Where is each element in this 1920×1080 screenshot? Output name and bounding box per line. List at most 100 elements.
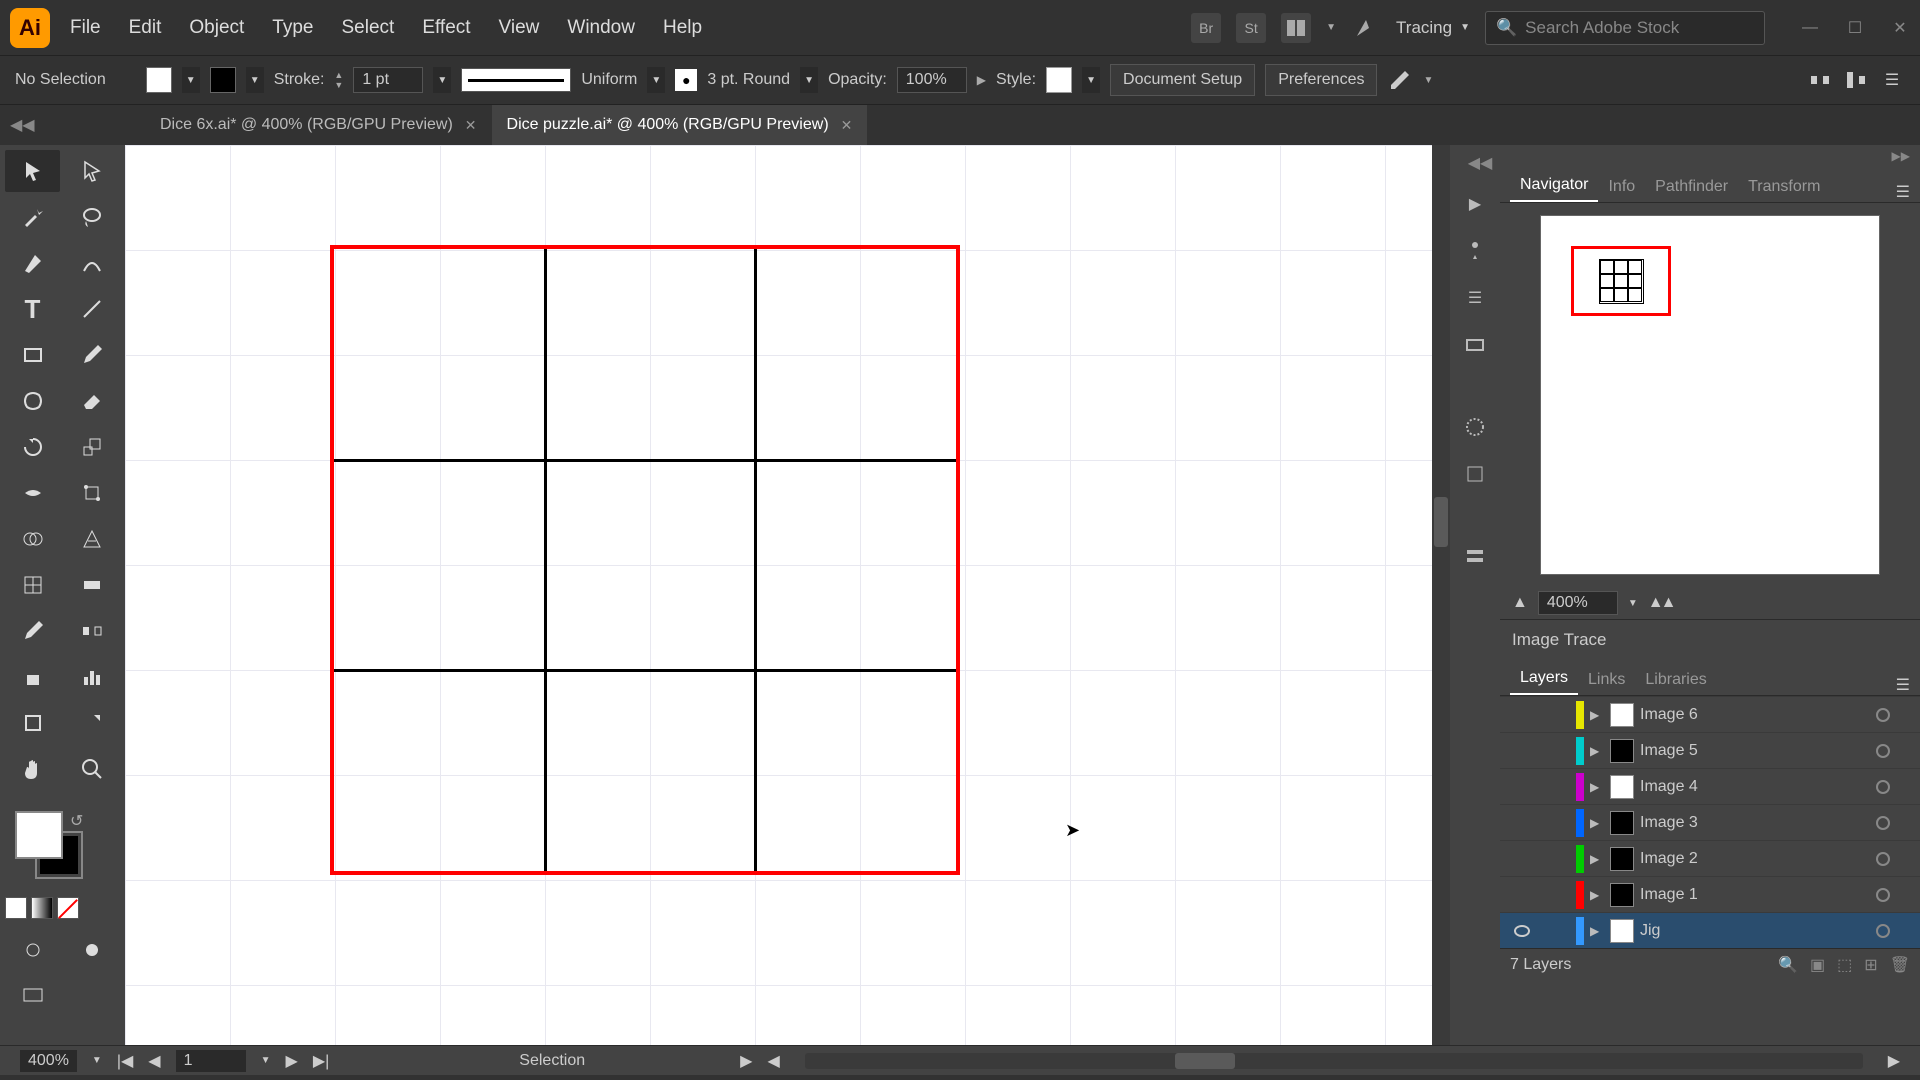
status-play-icon[interactable]: ▶ xyxy=(740,1051,752,1071)
target-icon[interactable] xyxy=(1876,744,1890,758)
layer-row[interactable]: ▶ Image 4 xyxy=(1500,768,1920,804)
gpu-icon[interactable] xyxy=(1351,13,1381,43)
chevron-down-icon[interactable]: ▼ xyxy=(92,1055,102,1066)
layer-row[interactable]: ▶Image 3 xyxy=(1500,804,1920,840)
tab-links[interactable]: Links xyxy=(1578,665,1635,695)
profile-dropdown[interactable]: ▼ xyxy=(647,67,665,93)
new-layer-icon[interactable]: ⊞ xyxy=(1864,955,1877,975)
locate-icon[interactable]: 🔍 xyxy=(1778,955,1798,975)
layer-row[interactable]: ▶Image 1 xyxy=(1500,876,1920,912)
menu-effect[interactable]: Effect xyxy=(422,17,470,39)
color-mode-solid[interactable] xyxy=(5,897,27,919)
puppet-icon[interactable] xyxy=(1459,235,1491,267)
align2-icon[interactable] xyxy=(1843,67,1869,93)
layer-name[interactable]: Image 5 xyxy=(1640,742,1870,760)
expand-layer-icon[interactable]: ▶ xyxy=(1590,852,1604,866)
last-artboard-icon[interactable]: ▶| xyxy=(313,1051,329,1071)
graph-tool[interactable] xyxy=(64,656,119,698)
target-icon[interactable] xyxy=(1876,780,1890,794)
layer-row[interactable]: ▶Image 2 xyxy=(1500,840,1920,876)
free-transform-tool[interactable] xyxy=(64,472,119,514)
color-mode-gradient[interactable] xyxy=(31,897,53,919)
zoom-input[interactable]: 400% xyxy=(1538,591,1618,615)
line-tool[interactable] xyxy=(64,288,119,330)
menu-window[interactable]: Window xyxy=(567,17,635,39)
target-icon[interactable] xyxy=(1876,888,1890,902)
chevron-down-icon[interactable]: ▼ xyxy=(1628,598,1638,609)
target-icon[interactable] xyxy=(1876,708,1890,722)
stroke-weight-dropdown[interactable]: ▼ xyxy=(433,67,451,93)
panel-menu-icon[interactable]: ☰ xyxy=(1896,675,1910,695)
close-icon[interactable]: ✕ xyxy=(841,117,853,134)
appearance-icon[interactable] xyxy=(1459,411,1491,443)
navigator-preview[interactable] xyxy=(1540,215,1880,575)
mesh-tool[interactable] xyxy=(5,564,60,606)
color-mode-none[interactable] xyxy=(57,897,79,919)
prev-artboard-icon[interactable]: ◀ xyxy=(148,1051,160,1071)
scroll-right-icon[interactable]: ▶ xyxy=(1888,1051,1900,1071)
tab-navigator[interactable]: Navigator xyxy=(1510,170,1598,202)
workspace-switcher[interactable]: Tracing ▼ xyxy=(1396,18,1470,38)
stroke-profile[interactable] xyxy=(461,68,571,92)
fill-dropdown[interactable]: ▼ xyxy=(182,67,200,93)
libraries-icon[interactable] xyxy=(1459,540,1491,572)
draw-behind-icon[interactable] xyxy=(64,929,119,971)
artboard-input[interactable]: 1 xyxy=(176,1050,246,1072)
chevron-down-icon[interactable]: ▼ xyxy=(1423,75,1433,86)
rect-icon[interactable] xyxy=(1459,329,1491,361)
hand-tool[interactable] xyxy=(5,748,60,790)
collapse-icon[interactable]: ▶▶ xyxy=(1500,145,1920,167)
brush-dropdown[interactable]: ▼ xyxy=(800,67,818,93)
canvas[interactable]: ➤ xyxy=(125,145,1450,1045)
delete-icon[interactable]: 🗑 xyxy=(1890,955,1910,975)
first-artboard-icon[interactable]: |◀ xyxy=(117,1051,133,1071)
fill-stroke-control[interactable]: ↺ xyxy=(5,809,120,889)
eraser-tool[interactable] xyxy=(64,380,119,422)
target-icon[interactable] xyxy=(1876,852,1890,866)
stroke-stepper[interactable]: ▲▼ xyxy=(334,70,343,90)
doc-tab-2[interactable]: Dice puzzle.ai* @ 400% (RGB/GPU Preview)… xyxy=(492,105,868,145)
width-tool[interactable] xyxy=(5,472,60,514)
status-zoom[interactable]: 400% xyxy=(20,1050,77,1072)
chevron-down-icon[interactable]: ▼ xyxy=(261,1055,271,1066)
target-icon[interactable] xyxy=(1876,924,1890,938)
tab-info[interactable]: Info xyxy=(1598,172,1645,202)
stroke-dropdown[interactable]: ▼ xyxy=(246,67,264,93)
rectangle-tool[interactable] xyxy=(5,334,60,376)
tab-layers[interactable]: Layers xyxy=(1510,663,1578,695)
gradient-tool[interactable] xyxy=(64,564,119,606)
scroll-left-icon[interactable]: ◀ xyxy=(767,1051,779,1071)
menu-view[interactable]: View xyxy=(499,17,540,39)
expand-layer-icon[interactable]: ▶ xyxy=(1590,744,1604,758)
menu-help[interactable]: Help xyxy=(663,17,702,39)
slice-tool[interactable] xyxy=(64,702,119,744)
screen-mode-icon[interactable] xyxy=(5,975,60,1017)
menu-edit[interactable]: Edit xyxy=(129,17,162,39)
expand-layer-icon[interactable]: ▶ xyxy=(1590,780,1604,794)
direct-selection-tool[interactable] xyxy=(64,150,119,192)
panel-menu-icon[interactable]: ☰ xyxy=(1896,182,1910,202)
vertical-scrollbar[interactable] xyxy=(1432,145,1450,1045)
image-trace-header[interactable]: Image Trace xyxy=(1500,619,1920,660)
layer-name[interactable]: Image 4 xyxy=(1640,778,1870,796)
opacity-arrow-icon[interactable]: ▶ xyxy=(977,73,986,87)
expand-layer-icon[interactable]: ▶ xyxy=(1590,924,1604,938)
perspective-tool[interactable] xyxy=(64,518,119,560)
blend-tool[interactable] xyxy=(64,610,119,652)
opacity-input[interactable]: 100% xyxy=(897,67,967,93)
target-icon[interactable] xyxy=(1876,816,1890,830)
menu-type[interactable]: Type xyxy=(272,17,313,39)
minimize-button[interactable]: — xyxy=(1800,18,1820,38)
close-icon[interactable]: ✕ xyxy=(465,117,477,134)
play-icon[interactable]: ▶ xyxy=(1459,188,1491,220)
magic-wand-tool[interactable] xyxy=(5,196,60,238)
style-swatch[interactable] xyxy=(1046,67,1072,93)
make-clip-icon[interactable]: ▣ xyxy=(1810,955,1825,975)
stroke-weight-input[interactable]: 1 pt xyxy=(353,67,423,93)
curvature-tool[interactable] xyxy=(64,242,119,284)
maximize-button[interactable]: ☐ xyxy=(1845,18,1865,38)
zoom-in-icon[interactable]: ▲▲ xyxy=(1648,594,1674,612)
shape-builder-tool[interactable] xyxy=(5,518,60,560)
expand-layer-icon[interactable]: ▶ xyxy=(1590,708,1604,722)
close-button[interactable]: ✕ xyxy=(1890,18,1910,38)
